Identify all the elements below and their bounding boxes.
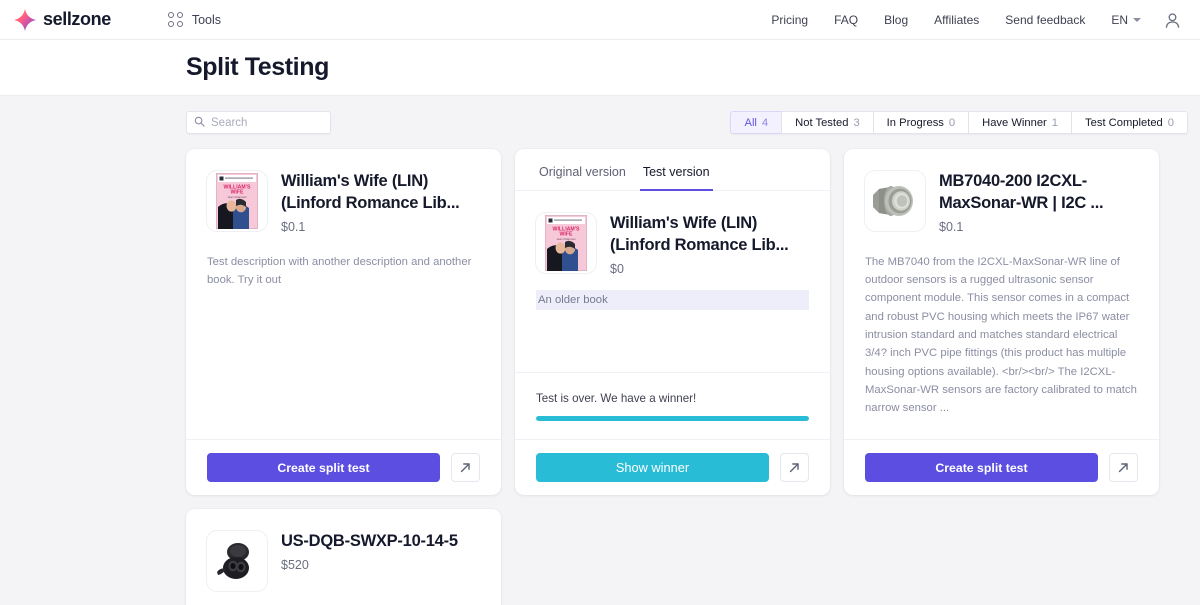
test-progress-bar <box>536 416 809 421</box>
filter-tab-in-progress[interactable]: In Progress 0 <box>872 111 969 134</box>
split-test-card: US-DQB-SWXP-10-14-5 $520 <box>186 509 501 605</box>
toolbar: All 4 Not Tested 3 In Progress 0 Have Wi… <box>0 96 1200 149</box>
grid-dots-icon <box>167 12 183 27</box>
card-body: MB7040-200 I2CXL-MaxSonar-WR | I2C ... $… <box>844 149 1159 439</box>
split-test-card: MB7040-200 I2CXL-MaxSonar-WR | I2C ... $… <box>844 149 1159 495</box>
svg-text:Jean Chapman: Jean Chapman <box>228 195 247 199</box>
arrow-up-right-icon <box>789 463 799 473</box>
filter-tab-in-progress-count: 0 <box>948 116 956 129</box>
search-box[interactable] <box>186 111 331 134</box>
product-price: $0.1 <box>939 219 964 234</box>
language-selector[interactable]: EN <box>1098 13 1151 27</box>
split-test-card-grid: WILLIAM'S WIFE Jean Chapman William's Wi… <box>186 149 1188 605</box>
search-input[interactable] <box>211 116 323 129</box>
filter-tab-all[interactable]: All 4 <box>730 111 782 134</box>
product-info: William's Wife (LIN) (Linford Romance Li… <box>281 171 480 234</box>
card-body: US-DQB-SWXP-10-14-5 $520 <box>186 509 501 605</box>
product-description: An older book <box>536 289 809 311</box>
card-footer: Create split test <box>844 439 1159 495</box>
filter-tab-all-label: All <box>744 116 757 129</box>
user-avatar-icon <box>1165 12 1180 28</box>
filter-tab-in-progress-label: In Progress <box>886 116 944 129</box>
ultrasonic-sensor-thumbnail-icon <box>865 171 925 231</box>
split-test-card: WILLIAM'S WIFE Jean Chapman William's Wi… <box>186 149 501 495</box>
product-header: MB7040-200 I2CXL-MaxSonar-WR | I2C ... $… <box>865 171 1138 234</box>
card-body: WILLIAM'S WIFE Jean Chapman William's Wi… <box>186 149 501 439</box>
product-title: MB7040-200 I2CXL-MaxSonar-WR | I2C ... <box>939 172 1104 212</box>
test-status-text: Test is over. We have a winner! <box>536 392 697 405</box>
filter-tab-test-completed[interactable]: Test Completed 0 <box>1071 111 1188 134</box>
filter-tab-not-tested-label: Not Tested <box>795 116 849 129</box>
status-filter-tabs: All 4 Not Tested 3 In Progress 0 Have Wi… <box>730 111 1188 134</box>
product-info: William's Wife (LIN) (Linford Romance Li… <box>610 213 809 276</box>
version-tabs: Original version Test version <box>515 149 830 191</box>
product-info: US-DQB-SWXP-10-14-5 $520 <box>281 531 480 591</box>
create-split-test-button[interactable]: Create split test <box>865 453 1098 482</box>
tools-label: Tools <box>191 12 222 27</box>
product-header: WILLIAM'S WIFE Jean Chapman William's Wi… <box>536 213 809 276</box>
tools-menu[interactable]: Tools <box>167 12 222 27</box>
product-price: $520 <box>281 557 309 572</box>
earbuds-thumbnail-icon <box>207 531 267 591</box>
brand-logo[interactable]: sellzone <box>14 8 111 31</box>
create-split-test-button[interactable]: Create split test <box>207 453 440 482</box>
nav-link-pricing[interactable]: Pricing <box>758 13 821 27</box>
page-title: Split Testing <box>186 53 329 81</box>
product-header: WILLIAM'S WIFE Jean Chapman William's Wi… <box>207 171 480 234</box>
nav-link-blog[interactable]: Blog <box>871 13 921 27</box>
show-winner-button[interactable]: Show winner <box>536 453 769 482</box>
filter-tab-have-winner-label: Have Winner <box>982 116 1047 129</box>
filter-tab-test-completed-count: 0 <box>1167 116 1174 129</box>
filter-tab-have-winner-count: 1 <box>1051 116 1059 129</box>
product-price: $0.1 <box>281 219 306 234</box>
book-cover-thumbnail-icon: WILLIAM'S WIFE Jean Chapman <box>536 213 596 273</box>
product-description: Test description with another descriptio… <box>207 255 472 287</box>
open-external-button[interactable] <box>780 453 809 482</box>
open-external-button[interactable] <box>451 453 480 482</box>
chevron-down-icon <box>1133 18 1141 22</box>
filter-tab-have-winner[interactable]: Have Winner 1 <box>968 111 1072 134</box>
card-footer: Create split test <box>186 439 501 495</box>
tab-original-version[interactable]: Original version <box>536 165 629 191</box>
product-title: William's Wife (LIN) (Linford Romance Li… <box>281 172 460 212</box>
test-status-section: Test is over. We have a winner! <box>515 372 830 439</box>
arrow-up-right-icon <box>1118 463 1128 473</box>
top-navigation-bar: sellzone Tools Pricing FAQ Blog Affiliat… <box>0 0 1200 40</box>
search-icon <box>194 114 205 132</box>
nav-links-group: Pricing FAQ Blog Affiliates Send feedbac… <box>758 0 1188 40</box>
product-info: MB7040-200 I2CXL-MaxSonar-WR | I2C ... $… <box>939 171 1138 234</box>
filter-tab-not-tested-count: 3 <box>853 116 860 129</box>
product-title: US-DQB-SWXP-10-14-5 <box>281 532 458 550</box>
svg-text:Jean Chapman: Jean Chapman <box>557 237 576 241</box>
product-price: $0 <box>610 261 624 276</box>
book-cover-thumbnail-icon: WILLIAM'S WIFE Jean Chapman <box>207 171 267 231</box>
product-title: William's Wife (LIN) (Linford Romance Li… <box>610 214 789 254</box>
account-button[interactable] <box>1151 11 1188 30</box>
nav-link-faq[interactable]: FAQ <box>821 13 871 27</box>
filter-tab-test-completed-label: Test Completed <box>1085 116 1163 129</box>
product-header: US-DQB-SWXP-10-14-5 $520 <box>207 531 480 591</box>
brand-name: sellzone <box>43 9 111 29</box>
product-description: The MB7040 from the I2CXL-MaxSonar-WR li… <box>865 255 1137 415</box>
split-test-card-active: Original version Test version WILLIAM'S … <box>515 149 830 495</box>
language-label: EN <box>1111 13 1128 27</box>
filter-tab-all-count: 4 <box>761 116 769 129</box>
page-header: Split Testing <box>0 40 1200 96</box>
sellzone-star-logo-icon <box>14 8 36 31</box>
open-external-button[interactable] <box>1109 453 1138 482</box>
arrow-up-right-icon <box>460 463 470 473</box>
tab-test-version[interactable]: Test version <box>639 165 713 191</box>
nav-link-send-feedback[interactable]: Send feedback <box>992 13 1098 27</box>
filter-tab-not-tested[interactable]: Not Tested 3 <box>781 111 873 134</box>
card-body: WILLIAM'S WIFE Jean Chapman William's Wi… <box>515 191 830 372</box>
card-footer: Show winner <box>515 439 830 495</box>
nav-link-affiliates[interactable]: Affiliates <box>921 13 992 27</box>
